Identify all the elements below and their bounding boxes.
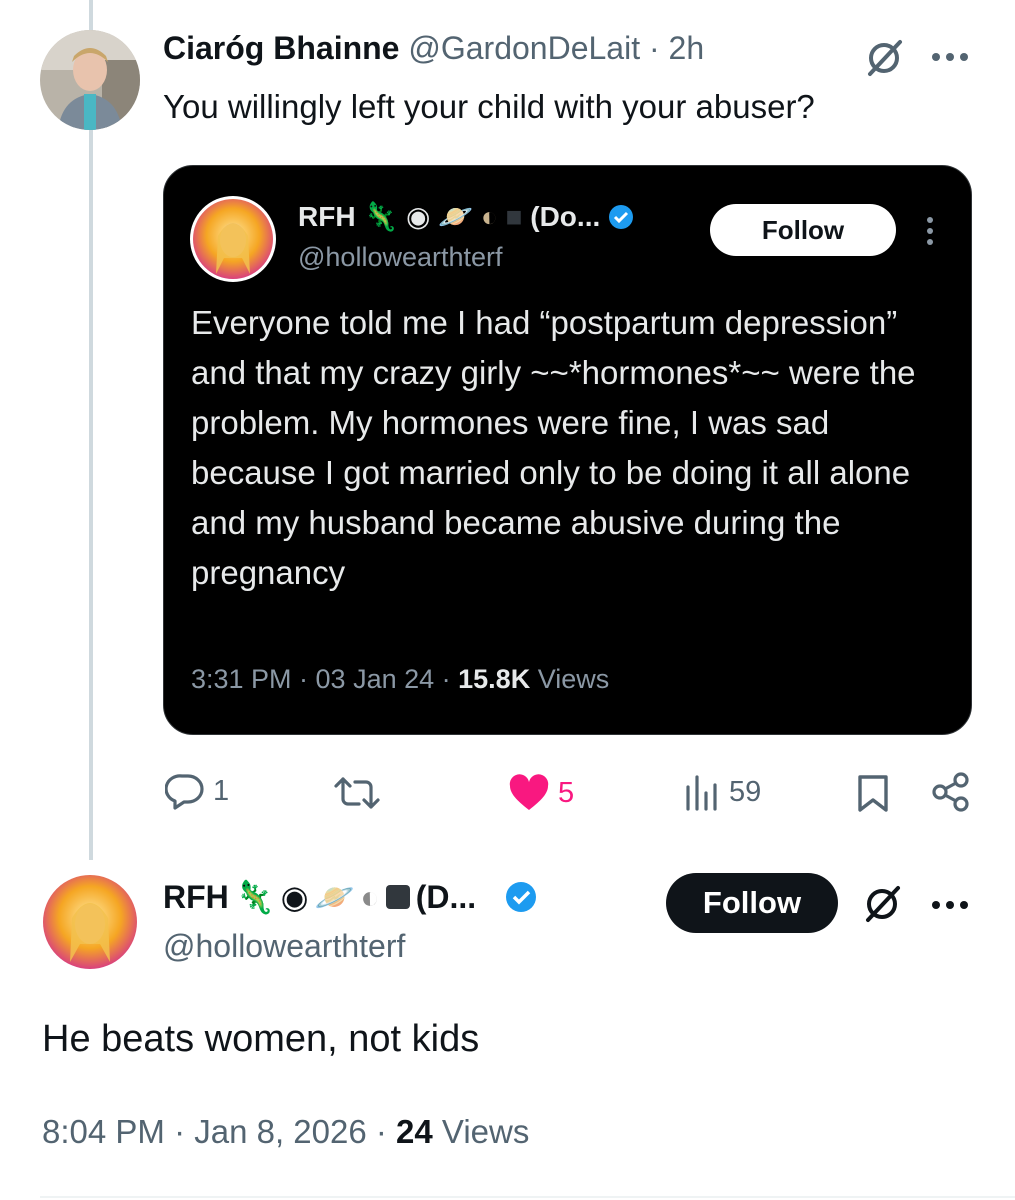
repost-action[interactable]	[333, 775, 381, 811]
main-meta-time[interactable]: 8:04 PM · Jan 8, 2026 ·	[42, 1113, 396, 1150]
like-action[interactable]: 5	[508, 774, 574, 812]
more-options-icon[interactable]	[930, 898, 970, 910]
verified-badge-icon	[506, 882, 537, 912]
eye-emoji-icon: ◉	[405, 201, 431, 232]
verified-badge-icon	[609, 205, 634, 229]
card-author-name: RFH 🦎 ◉ 🪐 ◐ ■ (Do...	[298, 200, 634, 233]
bookmark-icon[interactable]	[856, 773, 890, 813]
grok-icon[interactable]	[860, 882, 904, 926]
card-name-text: RFH	[298, 201, 356, 232]
moon-emoji-icon: ◐	[360, 878, 380, 915]
main-tweet-meta: 8:04 PM · Jan 8, 2026 · 24 Views	[42, 1113, 529, 1151]
planet-emoji-icon: 🪐	[314, 879, 355, 915]
reply-action[interactable]: 1	[165, 772, 229, 810]
like-count: 5	[558, 776, 575, 809]
card-more-icon	[924, 216, 936, 246]
divider	[40, 1196, 1015, 1198]
main-author-handle[interactable]: @hollowearthterf	[163, 928, 405, 965]
views-icon	[686, 775, 717, 811]
timestamp[interactable]: 2h	[669, 30, 705, 66]
quoted-screenshot-card[interactable]: RFH 🦎 ◉ 🪐 ◐ ■ (Do... @hollowearthterf Fo…	[163, 165, 972, 735]
tweet-text: You willingly left your child with your …	[163, 88, 815, 125]
moon-emoji-icon: ◐	[480, 201, 498, 232]
views-count: 59	[729, 775, 762, 808]
avatar[interactable]	[40, 30, 140, 130]
reply-icon	[165, 774, 204, 810]
follow-button[interactable]: Follow	[666, 873, 838, 933]
card-author-handle: @hollowearthterf	[298, 242, 503, 272]
main-tweet-text: He beats women, not kids	[42, 1018, 480, 1060]
main-views-label: Views	[432, 1113, 530, 1150]
share-icon[interactable]	[930, 771, 972, 813]
main-views-count: 24	[396, 1113, 433, 1150]
card-meta: 3:31 PM · 03 Jan 24 · 15.8K Views	[191, 664, 609, 695]
views-action[interactable]: 59	[683, 773, 761, 811]
card-views-label: Views	[530, 664, 610, 694]
heart-icon	[509, 774, 549, 810]
repost-icon	[334, 777, 380, 809]
main-name-suffix: (D...	[415, 878, 477, 915]
tweet-header: Ciaróg Bhainne @GardonDeLait · 2h	[163, 30, 704, 67]
eye-emoji-icon: ◉	[280, 879, 309, 915]
more-options-icon[interactable]	[930, 50, 970, 62]
main-author-name[interactable]: RFH 🦎 ◉ 🪐 ◐ (D...	[163, 878, 538, 916]
separator: ·	[648, 30, 660, 66]
card-meta-time: 3:31 PM · 03 Jan 24 ·	[191, 664, 459, 694]
card-name-suffix: (Do...	[530, 201, 601, 232]
lizard-emoji-icon: 🦎	[363, 201, 399, 232]
main-name-text: RFH	[163, 878, 229, 915]
author-handle[interactable]: @GardonDeLait	[408, 30, 640, 66]
lizard-emoji-icon: 🦎	[234, 879, 275, 915]
card-views-count: 15.8K	[458, 664, 531, 694]
card-follow-button: Follow	[710, 204, 896, 256]
grok-icon[interactable]	[862, 36, 906, 80]
main-avatar[interactable]	[40, 872, 140, 972]
reply-count: 1	[213, 774, 230, 807]
black-square-emoji-icon	[385, 885, 410, 909]
card-avatar	[190, 196, 276, 282]
planet-emoji-icon: 🪐	[438, 201, 474, 232]
author-name[interactable]: Ciaróg Bhainne	[163, 30, 399, 66]
card-body-text: Everyone told me I had “postpartum depre…	[191, 304, 916, 591]
black-square-emoji-icon: ■	[505, 201, 523, 232]
